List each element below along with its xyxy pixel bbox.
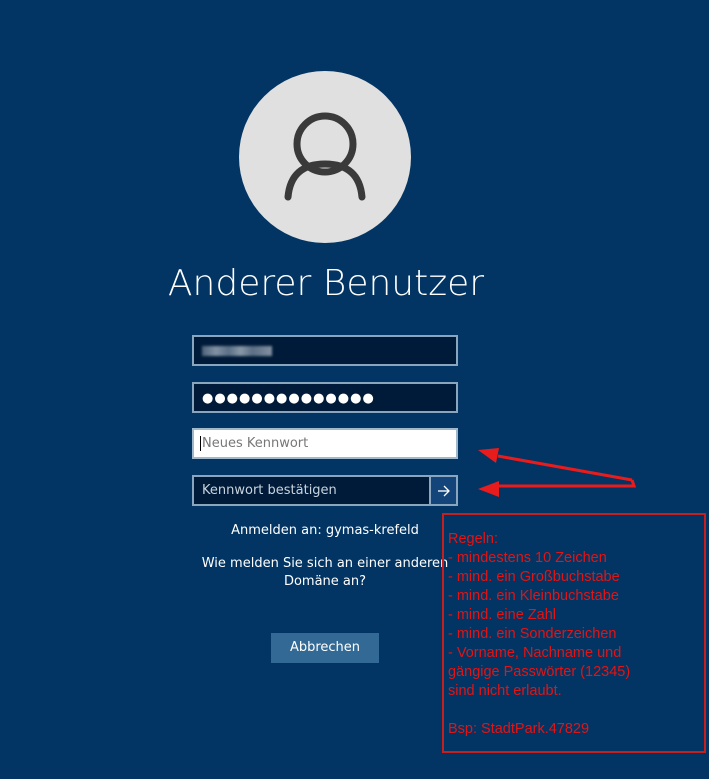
new-password-placeholder: Neues Kennwort [202,436,309,451]
confirm-password-field[interactable]: Kennwort bestätigen [192,475,458,506]
arrow-right-icon [438,485,450,497]
rules-line [448,701,700,720]
rules-line: - mind. ein Sonderzeichen [448,626,617,642]
sign-in-domain: Anmelden an: gymas-krefeld [231,523,419,538]
rules-line: Regeln: [448,531,498,547]
user-avatar [239,71,411,243]
password-mask: ●●●●●●●●●●●●●● [202,391,375,406]
text-caret [200,436,201,451]
rules-line: gängige Passwörter (12345) [448,664,631,680]
current-password-field[interactable]: ●●●●●●●●●●●●●● [192,382,458,413]
other-domain-line-2: Domäne an? [283,574,367,589]
rules-line: - mind. eine Zahl [448,607,556,623]
username-field[interactable] [192,335,458,366]
rules-annotation: Regeln: - mindestens 10 Zeichen - mind. … [442,513,706,753]
other-domain-line-1: Wie melden Sie sich an einer anderen [201,556,449,571]
rules-example: Bsp: StadtPark.47829 [448,721,590,737]
cancel-button[interactable]: Abbrechen [271,633,379,663]
rules-line: sind nicht erlaubt. [448,683,562,699]
rules-line: - Vorname, Nachname und [448,645,622,661]
confirm-password-placeholder: Kennwort bestätigen [202,483,337,498]
blurred-username [202,346,272,356]
submit-button[interactable] [429,475,458,506]
rules-line: - mindestens 10 Zeichen [448,550,607,566]
new-password-field[interactable]: Neues Kennwort [192,428,458,459]
rules-line: - mind. ein Großbuchstabe [448,569,620,585]
rules-line: - mind. ein Kleinbuchstabe [448,588,619,604]
other-domain-link[interactable]: Wie melden Sie sich an einer anderen Dom… [190,555,460,591]
user-title: Anderer Benutzer [167,263,485,304]
user-icon [284,112,366,201]
